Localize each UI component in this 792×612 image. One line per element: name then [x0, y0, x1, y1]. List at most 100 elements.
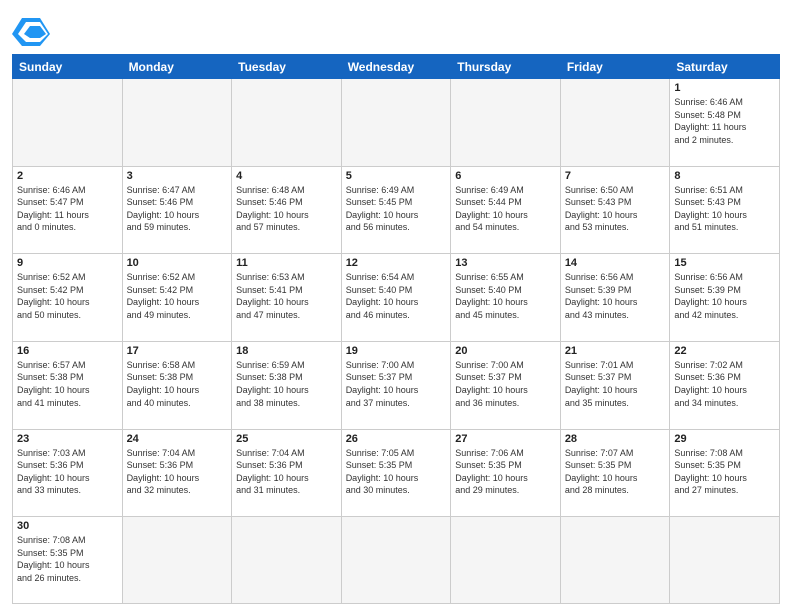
day-info: Sunrise: 6:57 AM Sunset: 5:38 PM Dayligh… [17, 359, 118, 409]
logo [12, 14, 54, 46]
day-info: Sunrise: 6:59 AM Sunset: 5:38 PM Dayligh… [236, 359, 337, 409]
day-cell: 19 Sunrise: 7:00 AM Sunset: 5:37 PM Dayli… [341, 341, 451, 429]
day-info: Sunrise: 7:01 AM Sunset: 5:37 PM Dayligh… [565, 359, 666, 409]
day-info: Sunrise: 7:02 AM Sunset: 5:36 PM Dayligh… [674, 359, 775, 409]
day-number: 1 [674, 82, 775, 94]
day-info: Sunrise: 6:56 AM Sunset: 5:39 PM Dayligh… [565, 271, 666, 321]
day-cell [560, 79, 670, 167]
day-info: Sunrise: 6:47 AM Sunset: 5:46 PM Dayligh… [127, 184, 228, 234]
day-info: Sunrise: 6:50 AM Sunset: 5:43 PM Dayligh… [565, 184, 666, 234]
day-number: 14 [565, 257, 666, 269]
day-number: 21 [565, 345, 666, 357]
day-cell: 14 Sunrise: 6:56 AM Sunset: 5:39 PM Dayli… [560, 254, 670, 342]
day-number: 18 [236, 345, 337, 357]
day-cell: 13 Sunrise: 6:55 AM Sunset: 5:40 PM Dayli… [451, 254, 561, 342]
day-info: Sunrise: 6:51 AM Sunset: 5:43 PM Dayligh… [674, 184, 775, 234]
day-number: 11 [236, 257, 337, 269]
day-number: 25 [236, 433, 337, 445]
day-cell: 22 Sunrise: 7:02 AM Sunset: 5:36 PM Dayli… [670, 341, 780, 429]
weekday-header-row: SundayMondayTuesdayWednesdayThursdayFrid… [13, 55, 780, 79]
day-info: Sunrise: 6:49 AM Sunset: 5:45 PM Dayligh… [346, 184, 447, 234]
day-cell: 26 Sunrise: 7:05 AM Sunset: 5:35 PM Dayli… [341, 429, 451, 517]
week-row-5: 30 Sunrise: 7:08 AM Sunset: 5:35 PM Dayli… [13, 517, 780, 604]
day-number: 7 [565, 170, 666, 182]
day-number: 3 [127, 170, 228, 182]
day-cell: 27 Sunrise: 7:06 AM Sunset: 5:35 PM Dayli… [451, 429, 561, 517]
day-cell: 2 Sunrise: 6:46 AM Sunset: 5:47 PM Daylig… [13, 166, 123, 254]
weekday-header-friday: Friday [560, 55, 670, 79]
day-cell: 3 Sunrise: 6:47 AM Sunset: 5:46 PM Daylig… [122, 166, 232, 254]
day-cell: 25 Sunrise: 7:04 AM Sunset: 5:36 PM Dayli… [232, 429, 342, 517]
day-number: 26 [346, 433, 447, 445]
day-number: 15 [674, 257, 775, 269]
day-cell: 10 Sunrise: 6:52 AM Sunset: 5:42 PM Dayli… [122, 254, 232, 342]
day-cell: 30 Sunrise: 7:08 AM Sunset: 5:35 PM Dayli… [13, 517, 123, 604]
day-number: 23 [17, 433, 118, 445]
week-row-1: 2 Sunrise: 6:46 AM Sunset: 5:47 PM Daylig… [13, 166, 780, 254]
week-row-4: 23 Sunrise: 7:03 AM Sunset: 5:36 PM Dayli… [13, 429, 780, 517]
day-info: Sunrise: 6:52 AM Sunset: 5:42 PM Dayligh… [17, 271, 118, 321]
day-info: Sunrise: 7:08 AM Sunset: 5:35 PM Dayligh… [17, 534, 118, 584]
day-cell [560, 517, 670, 604]
day-info: Sunrise: 6:56 AM Sunset: 5:39 PM Dayligh… [674, 271, 775, 321]
day-number: 19 [346, 345, 447, 357]
weekday-header-thursday: Thursday [451, 55, 561, 79]
day-info: Sunrise: 6:55 AM Sunset: 5:40 PM Dayligh… [455, 271, 556, 321]
day-cell: 21 Sunrise: 7:01 AM Sunset: 5:37 PM Dayli… [560, 341, 670, 429]
day-cell [451, 79, 561, 167]
day-info: Sunrise: 7:07 AM Sunset: 5:35 PM Dayligh… [565, 447, 666, 497]
day-cell [232, 79, 342, 167]
day-cell: 17Sunrise: 6:58 AM Sunset: 5:38 PM Dayli… [122, 341, 232, 429]
day-info: Sunrise: 7:00 AM Sunset: 5:37 PM Dayligh… [455, 359, 556, 409]
day-info: Sunrise: 6:52 AM Sunset: 5:42 PM Dayligh… [127, 271, 228, 321]
day-cell: 15 Sunrise: 6:56 AM Sunset: 5:39 PM Dayli… [670, 254, 780, 342]
day-info: Sunrise: 7:08 AM Sunset: 5:35 PM Dayligh… [674, 447, 775, 497]
day-info: Sunrise: 6:58 AM Sunset: 5:38 PM Dayligh… [127, 359, 228, 409]
day-cell: 29 Sunrise: 7:08 AM Sunset: 5:35 PM Dayli… [670, 429, 780, 517]
day-cell: 11Sunrise: 6:53 AM Sunset: 5:41 PM Dayli… [232, 254, 342, 342]
day-number: 22 [674, 345, 775, 357]
day-cell: 4Sunrise: 6:48 AM Sunset: 5:46 PM Daylig… [232, 166, 342, 254]
page: SundayMondayTuesdayWednesdayThursdayFrid… [0, 0, 792, 612]
day-number: 13 [455, 257, 556, 269]
day-cell [341, 517, 451, 604]
day-info: Sunrise: 7:06 AM Sunset: 5:35 PM Dayligh… [455, 447, 556, 497]
day-cell [122, 79, 232, 167]
day-number: 29 [674, 433, 775, 445]
day-number: 2 [17, 170, 118, 182]
day-info: Sunrise: 7:05 AM Sunset: 5:35 PM Dayligh… [346, 447, 447, 497]
day-number: 12 [346, 257, 447, 269]
day-cell [232, 517, 342, 604]
weekday-header-saturday: Saturday [670, 55, 780, 79]
day-info: Sunrise: 6:54 AM Sunset: 5:40 PM Dayligh… [346, 271, 447, 321]
weekday-header-sunday: Sunday [13, 55, 123, 79]
day-cell: 7 Sunrise: 6:50 AM Sunset: 5:43 PM Daylig… [560, 166, 670, 254]
day-number: 9 [17, 257, 118, 269]
day-cell: 16 Sunrise: 6:57 AM Sunset: 5:38 PM Dayli… [13, 341, 123, 429]
day-cell: 20 Sunrise: 7:00 AM Sunset: 5:37 PM Dayli… [451, 341, 561, 429]
day-cell: 28 Sunrise: 7:07 AM Sunset: 5:35 PM Dayli… [560, 429, 670, 517]
day-cell: 8 Sunrise: 6:51 AM Sunset: 5:43 PM Daylig… [670, 166, 780, 254]
day-number: 27 [455, 433, 556, 445]
day-number: 20 [455, 345, 556, 357]
day-info: Sunrise: 7:00 AM Sunset: 5:37 PM Dayligh… [346, 359, 447, 409]
day-cell [451, 517, 561, 604]
day-number: 8 [674, 170, 775, 182]
day-cell: 1 Sunrise: 6:46 AM Sunset: 5:48 PM Daylig… [670, 79, 780, 167]
day-cell: 5 Sunrise: 6:49 AM Sunset: 5:45 PM Daylig… [341, 166, 451, 254]
day-info: Sunrise: 7:03 AM Sunset: 5:36 PM Dayligh… [17, 447, 118, 497]
logo-icon [12, 14, 50, 46]
day-info: Sunrise: 6:49 AM Sunset: 5:44 PM Dayligh… [455, 184, 556, 234]
day-number: 5 [346, 170, 447, 182]
day-number: 30 [17, 520, 118, 532]
day-cell [13, 79, 123, 167]
day-number: 10 [127, 257, 228, 269]
day-info: Sunrise: 7:04 AM Sunset: 5:36 PM Dayligh… [236, 447, 337, 497]
day-number: 16 [17, 345, 118, 357]
day-cell: 6Sunrise: 6:49 AM Sunset: 5:44 PM Daylig… [451, 166, 561, 254]
day-info: Sunrise: 6:46 AM Sunset: 5:48 PM Dayligh… [674, 96, 775, 146]
day-info: Sunrise: 6:46 AM Sunset: 5:47 PM Dayligh… [17, 184, 118, 234]
day-number: 4 [236, 170, 337, 182]
day-cell: 9 Sunrise: 6:52 AM Sunset: 5:42 PM Daylig… [13, 254, 123, 342]
day-number: 28 [565, 433, 666, 445]
